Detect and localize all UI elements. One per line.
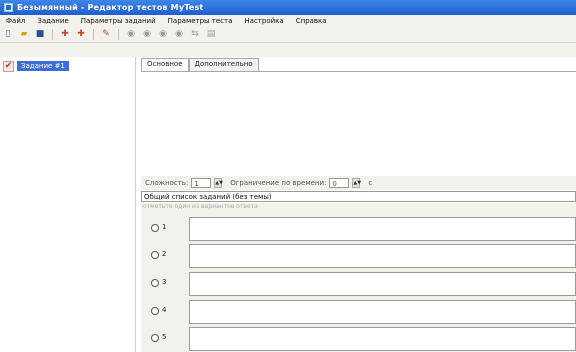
circle-up-icon[interactable]: ◉ [157, 29, 169, 41]
save-icon[interactable]: ■ [34, 29, 46, 41]
answers-area: 1 2 3 4 5 [141, 213, 576, 352]
circle-next-icon[interactable]: ◉ [141, 29, 153, 41]
circle-down-icon[interactable]: ◉ [173, 29, 185, 41]
add-task-copy-icon[interactable]: ✚ [75, 29, 87, 41]
toolbar: ▯ ▰ ■ ✚ ✚ ✎ ◉ ◉ ◉ ◉ ⇆ ▤ [0, 27, 576, 43]
answer-number: 3 [162, 278, 167, 286]
answer-radio[interactable] [151, 307, 159, 315]
question-text-editor[interactable] [141, 71, 576, 177]
time-limit-spinner-icon[interactable]: ▲▼ [352, 178, 361, 188]
answer-row: 4 [141, 299, 576, 325]
answer-radio[interactable] [151, 334, 159, 342]
menu-settings[interactable]: Настройка [238, 17, 289, 25]
properties-icon[interactable]: ▤ [205, 29, 217, 41]
answer-text-field[interactable] [189, 327, 576, 351]
toolbar-separator [118, 29, 119, 40]
answer-hint: отметьте один из вариантов ответа [141, 203, 576, 213]
time-limit-input[interactable]: 0 [329, 178, 350, 188]
menu-task[interactable]: Задание [31, 17, 74, 25]
answer-number: 1 [162, 223, 167, 231]
answer-number: 4 [162, 306, 167, 314]
editor-tabs: Основное Дополнительно [141, 58, 259, 71]
difficulty-label: Сложность: [145, 179, 189, 187]
task-check-icon: ✔ [3, 60, 14, 72]
time-unit-label: с [368, 179, 373, 187]
answer-radio[interactable] [151, 224, 159, 232]
circle-prev-icon[interactable]: ◉ [125, 29, 137, 41]
task-settings-icon[interactable]: ✎ [100, 29, 112, 41]
menu-help[interactable]: Справка [290, 17, 333, 25]
panel-header-strip [0, 43, 576, 57]
answer-number: 5 [162, 333, 167, 341]
answer-row: 5 [141, 326, 576, 352]
toolbar-separator [93, 29, 94, 40]
new-file-icon[interactable]: ▯ [2, 29, 14, 41]
tab-main[interactable]: Основное [141, 58, 189, 71]
add-task-icon[interactable]: ✚ [59, 29, 71, 41]
time-limit-label: Ограничение по времени: [230, 179, 327, 187]
answer-radio[interactable] [151, 279, 159, 287]
open-folder-icon[interactable]: ▰ [18, 29, 30, 41]
menu-file[interactable]: Файл [0, 17, 31, 25]
answer-text-field[interactable] [189, 272, 576, 296]
answer-row: 2 [141, 243, 576, 269]
answer-text-field[interactable] [189, 217, 576, 241]
answer-text-field[interactable] [189, 244, 576, 268]
answer-number: 2 [162, 250, 167, 258]
move-icon[interactable]: ⇆ [189, 29, 201, 41]
toolbar-separator [52, 29, 53, 40]
answer-row: 1 [141, 216, 576, 242]
task-tree-panel [0, 57, 136, 352]
title-bar: Безымянный - Редактор тестов MyTest [0, 0, 576, 15]
tab-additional[interactable]: Дополнительно [188, 58, 259, 71]
menu-task-params[interactable]: Параметры заданий [75, 17, 162, 25]
menu-bar: Файл Задание Параметры заданий Параметры… [0, 15, 576, 27]
difficulty-input[interactable]: 1 [191, 178, 212, 188]
window-title: Безымянный - Редактор тестов MyTest [17, 3, 204, 12]
topic-list[interactable]: Общий список заданий (без темы) [141, 191, 576, 202]
answer-row: 3 [141, 271, 576, 297]
difficulty-spinner-icon[interactable]: ▲▼ [214, 178, 223, 188]
tree-item-task[interactable]: ✔ Задание #1 [3, 59, 69, 73]
task-label: Задание #1 [17, 61, 69, 71]
answer-text-field[interactable] [189, 300, 576, 324]
app-icon [4, 3, 13, 12]
answer-radio[interactable] [151, 251, 159, 259]
task-settings-bar: Сложность: 1 ▲▼ Ограничение по времени: … [141, 176, 576, 190]
menu-test-params[interactable]: Параметры теста [162, 17, 239, 25]
